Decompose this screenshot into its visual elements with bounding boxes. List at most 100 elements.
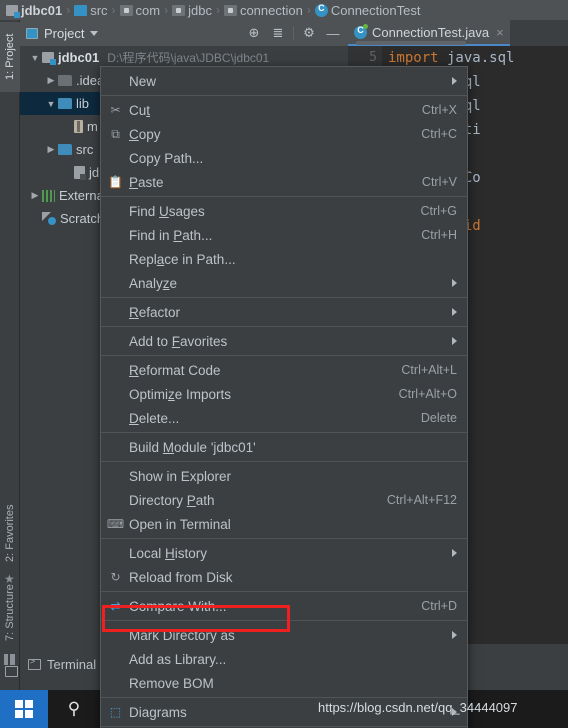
- menu-item-label: Find Usages: [129, 203, 205, 219]
- menu-item-replace-in-path[interactable]: Replace in Path...: [101, 247, 467, 271]
- breadcrumb-separator: ›: [111, 3, 116, 17]
- menu-item-label: Paste: [129, 174, 164, 190]
- menu-item-reload-from-disk[interactable]: ↻ Reload from Disk: [101, 565, 467, 589]
- breadcrumb-item-src[interactable]: src: [74, 2, 108, 18]
- menu-item-remove-bom[interactable]: Remove BOM: [101, 671, 467, 695]
- windows-start-icon[interactable]: [0, 690, 48, 728]
- menu-item-label: Open in Terminal: [129, 516, 231, 532]
- menu-item-compare-with[interactable]: ⇄ Compare With... Ctrl+D: [101, 594, 467, 618]
- breadcrumb-item-connectiontest[interactable]: ConnectionTest: [314, 2, 421, 18]
- locate-icon[interactable]: ⊕: [245, 24, 263, 42]
- menu-item-shortcut: Delete: [420, 411, 457, 425]
- terminal-icon-slot: ⌨: [107, 518, 124, 530]
- chevron-down-icon[interactable]: [90, 30, 99, 36]
- window-square-icon: [4, 665, 18, 677]
- terminal-tab-label[interactable]: Terminal: [47, 657, 96, 672]
- chevron-down-icon[interactable]: ▼: [44, 99, 58, 109]
- menu-item-refactor[interactable]: Refactor: [101, 300, 467, 324]
- breadcrumb-item-connection[interactable]: connection: [223, 2, 303, 18]
- menu-item-delete[interactable]: Delete... Delete: [101, 406, 467, 430]
- hide-icon[interactable]: —: [324, 24, 342, 42]
- menu-item-copy-path[interactable]: Copy Path...: [101, 146, 467, 170]
- search-icon[interactable]: ⚲: [48, 690, 100, 728]
- source-folder-icon: [58, 144, 72, 155]
- project-toolwindow-header: Project ⊕ ≣ ⚙ —: [20, 20, 348, 46]
- menu-item-label: Mark Directory as: [129, 627, 235, 643]
- watermark-text: https://blog.csdn.net/qq_34444097: [318, 700, 518, 715]
- submenu-arrow-icon: [452, 77, 457, 85]
- menu-item-reformat-code[interactable]: Reformat Code Ctrl+Alt+L: [101, 358, 467, 382]
- breadcrumb-item-jdbc01[interactable]: jdbc01: [6, 3, 62, 18]
- breadcrumb-separator: ›: [164, 3, 169, 17]
- submenu-arrow-icon: [452, 308, 457, 316]
- sidebar-tab-favorites[interactable]: 2: Favorites: [0, 500, 20, 566]
- breadcrumb-separator: ›: [215, 3, 220, 17]
- scissors-icon: ✂: [110, 103, 121, 117]
- restore-window-button[interactable]: [0, 660, 22, 682]
- star-icon: ★: [4, 572, 15, 586]
- copy-icon-slot: ⧉: [107, 128, 124, 140]
- menu-item-open-in-terminal[interactable]: ⌨ Open in Terminal: [101, 512, 467, 536]
- gear-icon[interactable]: ⚙: [300, 24, 318, 42]
- sidebar-tab-project[interactable]: 1: Project: [0, 22, 20, 92]
- close-icon[interactable]: ×: [496, 25, 504, 40]
- menu-item-add-as-library[interactable]: Add as Library...: [101, 647, 467, 671]
- collapse-all-icon[interactable]: ≣: [269, 24, 287, 42]
- menu-item-local-history[interactable]: Local History: [101, 541, 467, 565]
- menu-item-shortcut: Ctrl+X: [421, 103, 457, 117]
- package-icon: [172, 4, 186, 16]
- menu-item-label: New: [129, 73, 157, 89]
- menu-item-paste[interactable]: 📋 Paste Ctrl+V: [101, 170, 467, 194]
- menu-separator: [101, 432, 467, 433]
- tree-node-label: lib: [76, 96, 90, 111]
- menu-item-show-in-explorer[interactable]: Show in Explorer: [101, 464, 467, 488]
- external-libraries-icon: [42, 189, 55, 202]
- scratches-icon: [42, 212, 56, 225]
- menu-item-build-module-jdbc01[interactable]: Build Module 'jdbc01': [101, 435, 467, 459]
- chevron-right-icon[interactable]: ▶: [44, 75, 58, 86]
- compare-icon-slot: ⇄: [107, 600, 124, 612]
- left-tool-strip: 1: Project 2: Favorites 7: Structure ★: [0, 20, 20, 728]
- menu-item-new[interactable]: New: [101, 69, 467, 93]
- paste-icon-slot: 📋: [107, 176, 124, 188]
- menu-item-analyze[interactable]: Analyze: [101, 271, 467, 295]
- context-menu[interactable]: New ✂ Cut Ctrl+X ⧉ Copy Ctrl+C Copy Path... 📋 Pas…: [100, 66, 468, 728]
- chevron-right-icon[interactable]: ▶: [44, 144, 58, 155]
- project-toolwindow-title: Project: [44, 25, 85, 41]
- breadcrumb-item-label: connection: [239, 2, 303, 18]
- breadcrumb-item-label: jdbc: [188, 2, 212, 18]
- menu-item-cut[interactable]: ✂ Cut Ctrl+X: [101, 98, 467, 122]
- breadcrumb-item-label: src: [90, 2, 108, 18]
- menu-separator: [101, 726, 467, 727]
- menu-item-find-in-path[interactable]: Find in Path... Ctrl+H: [101, 223, 467, 247]
- menu-item-copy[interactable]: ⧉ Copy Ctrl+C: [101, 122, 467, 146]
- menu-item-add-to-favorites[interactable]: Add to Favorites: [101, 329, 467, 353]
- menu-item-optimize-imports[interactable]: Optimize Imports Ctrl+Alt+O: [101, 382, 467, 406]
- chevron-down-icon[interactable]: ▼: [28, 53, 42, 63]
- copy-icon: ⧉: [111, 127, 120, 141]
- breadcrumb-item-label: ConnectionTest: [330, 2, 421, 18]
- menu-item-label: Build Module 'jdbc01': [129, 439, 256, 455]
- sidebar-tab-structure[interactable]: 7: Structure: [0, 576, 20, 650]
- menu-item-find-usages[interactable]: Find Usages Ctrl+G: [101, 199, 467, 223]
- module-icon: [6, 4, 20, 18]
- menu-item-mark-directory-as[interactable]: Mark Directory as: [101, 623, 467, 647]
- submenu-arrow-icon: [452, 337, 457, 345]
- breadcrumb-item-jdbc[interactable]: jdbc: [172, 3, 212, 18]
- breadcrumb-item-com[interactable]: com: [119, 3, 160, 18]
- folder-icon: [58, 75, 72, 86]
- menu-item-directory-path[interactable]: Directory Path Ctrl+Alt+F12: [101, 488, 467, 512]
- submenu-arrow-icon: [452, 549, 457, 557]
- menu-item-label: Directory Path: [129, 492, 215, 508]
- ide-window: jdbc01›src›com›jdbc›connection›Connectio…: [0, 0, 568, 728]
- submenu-arrow-icon: [452, 279, 457, 287]
- breadcrumb: jdbc01›src›com›jdbc›connection›Connectio…: [0, 0, 568, 20]
- horizontal-scrollbar[interactable]: [356, 41, 466, 45]
- chevron-right-icon[interactable]: ▶: [28, 190, 42, 201]
- scissors-icon-slot: ✂: [107, 104, 124, 116]
- tree-node-label: src: [76, 142, 94, 157]
- menu-item-shortcut: Ctrl+V: [421, 175, 457, 189]
- tree-node-path: D:\程序代码\java\JDBC\jdbc01: [107, 51, 270, 65]
- menu-item-label: Refactor: [129, 304, 181, 320]
- diagrams-icon-slot: ⬚: [107, 706, 124, 718]
